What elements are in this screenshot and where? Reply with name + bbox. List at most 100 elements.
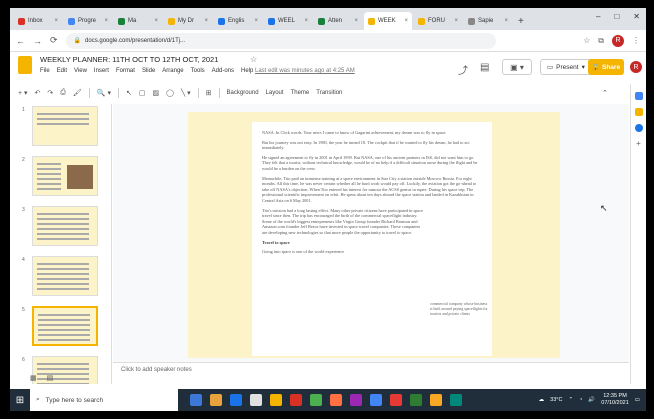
taskbar-app-icon[interactable] [190,394,202,406]
speaker-notes[interactable]: Click to add speaker notes [113,362,629,384]
tab-close-icon[interactable]: × [454,18,458,24]
tab-close-icon[interactable]: × [254,18,258,24]
tab-close-icon[interactable]: × [54,18,58,24]
activity-icon[interactable]: ⤴ [458,62,468,77]
filmstrip-slide[interactable]: 3 [18,204,111,250]
paint-format-icon[interactable]: 🖌 [73,89,82,97]
add-ons-icon[interactable]: + [634,140,643,148]
keep-icon[interactable] [634,108,643,116]
reload-icon[interactable]: ⟳ [50,35,58,46]
taskbar-app-icon[interactable] [450,394,462,406]
document-title[interactable]: WEEKLY PLANNER: 11TH OCT TO 12TH OCT, 20… [40,55,218,64]
menu-item-format[interactable]: Format [116,68,135,74]
taskbar-app-icon[interactable] [430,394,442,406]
tasks-icon[interactable] [634,124,643,132]
shape-icon[interactable]: ◯ [166,89,174,97]
notifications-icon[interactable]: ▭ [635,397,640,403]
menu-item-arrange[interactable]: Arrange [162,68,183,74]
browser-profile-avatar[interactable]: R [612,34,624,47]
comment-add-icon[interactable]: ⊞ [206,89,212,97]
extensions-icon[interactable]: ⧉ [598,36,604,46]
current-slide[interactable]: NASA. In Click words. Your news I came t… [188,112,560,358]
slide-thumbnail[interactable] [32,206,98,246]
forward-icon[interactable]: → [33,36,42,46]
user-avatar[interactable]: R [630,61,642,73]
tab-close-icon[interactable]: × [154,18,158,24]
taskbar-app-icon[interactable] [270,394,282,406]
close-window-button[interactable]: ✕ [633,12,640,21]
share-button[interactable]: 🔒 Share [588,59,624,75]
calendar-icon[interactable] [634,92,643,100]
layout-button[interactable]: Layout [266,90,284,96]
filmstrip-slide[interactable]: 4 [18,254,111,300]
filmstrip-slide[interactable]: 2 [18,154,111,200]
taskbar-app-icon[interactable] [330,394,342,406]
menu-item-file[interactable]: File [40,68,50,74]
tab-close-icon[interactable]: × [204,18,208,24]
back-icon[interactable]: ← [16,36,25,46]
present-button[interactable]: ▭ Present ▾ [540,59,592,75]
taskbar-search-input[interactable]: ⌕ Type here to search [30,389,178,411]
bookmark-star-icon[interactable]: ☆ [583,36,590,45]
menu-item-edit[interactable]: Edit [57,68,67,74]
slide-text-image[interactable]: NASA. In Click words. Your news I came t… [252,122,492,356]
background-button[interactable]: Background [227,90,259,96]
taskbar-app-icon[interactable] [210,394,222,406]
tab-close-icon[interactable]: × [504,18,508,24]
menu-item-slide[interactable]: Slide [142,68,155,74]
taskbar-app-icon[interactable] [390,394,402,406]
filmstrip-view-icon[interactable]: ▤ [47,374,54,382]
theme-button[interactable]: Theme [291,90,310,96]
windows-start-icon[interactable]: ⊞ [10,395,30,406]
menu-item-addons[interactable]: Add-ons [212,68,234,74]
url-input[interactable]: 🔒 docs.google.com/presentation/d/1Tj... [65,32,496,49]
tab-close-icon[interactable]: × [304,18,308,24]
chevron-up-icon[interactable]: ⌃ [602,89,608,97]
browser-tab[interactable]: Inbox × [14,12,62,30]
volume-icon[interactable]: 🔊 [588,397,595,403]
taskbar-app-icon[interactable] [250,394,262,406]
meet-present-button[interactable]: ▣ ▾ [502,59,532,75]
browser-tab[interactable]: FORU × [414,12,462,30]
slide-thumbnail[interactable] [32,156,98,196]
star-icon[interactable]: ☆ [250,55,257,64]
menu-item-tools[interactable]: Tools [191,68,205,74]
menu-item-help[interactable]: Help [241,68,253,74]
slide-thumbnail[interactable] [32,106,98,146]
taskbar-app-icon[interactable] [310,394,322,406]
print-icon[interactable]: ⎙ [60,89,66,97]
weather-icon[interactable]: ☁ [539,397,545,403]
taskbar-app-icon[interactable] [410,394,422,406]
taskbar-app-icon[interactable] [230,394,242,406]
browser-tab[interactable]: WEEL × [264,12,312,30]
network-icon[interactable]: ◔ [579,397,582,403]
browser-tab[interactable]: WEEK × [364,12,412,30]
image-icon[interactable]: ▨ [152,89,159,97]
browser-tab[interactable]: Atten × [314,12,362,30]
browser-tab[interactable]: Englis × [214,12,262,30]
tab-close-icon[interactable]: × [104,18,108,24]
last-edit-link[interactable]: Last edit was minutes ago at 4:25 AM [255,68,355,74]
tab-close-icon[interactable]: × [354,18,358,24]
browser-tab[interactable]: Progre × [64,12,112,30]
menu-item-view[interactable]: View [74,68,87,74]
filmstrip-slide[interactable]: 5 [18,304,111,350]
comment-icon[interactable]: ▤ [480,62,489,73]
browser-tab[interactable]: My Dr × [164,12,212,30]
tab-close-icon[interactable]: × [404,18,408,24]
select-cursor-icon[interactable]: ↖ [126,89,132,97]
menu-item-insert[interactable]: Insert [94,68,109,74]
browser-menu-icon[interactable]: ⋮ [632,36,640,45]
browser-tab[interactable]: Ma × [114,12,162,30]
maximize-button[interactable]: □ [614,12,619,21]
taskbar-app-icon[interactable] [370,394,382,406]
tray-arrow-icon[interactable]: ⌃ [568,397,573,403]
add-slide-icon[interactable]: + ▾ [18,89,28,97]
clock[interactable]: 12:35 PM 07/10/2021 [601,393,629,407]
zoom-icon[interactable]: 🔍 ▾ [97,89,111,97]
slides-logo-icon[interactable] [18,56,32,74]
grid-view-icon[interactable]: ▦ [30,374,37,382]
new-tab-button[interactable]: + [518,16,524,27]
redo-icon[interactable]: ↷ [47,89,53,97]
undo-icon[interactable]: ↶ [35,89,41,97]
